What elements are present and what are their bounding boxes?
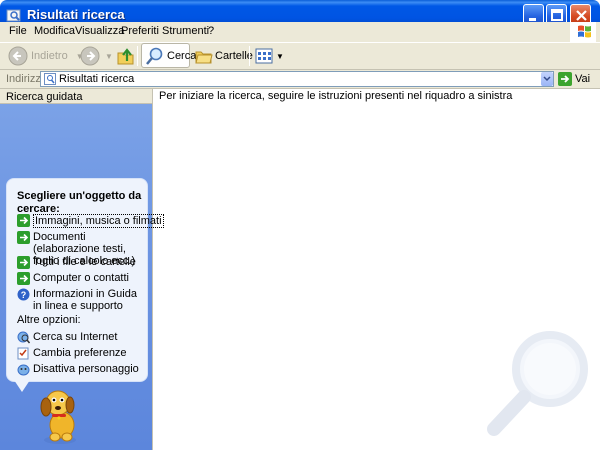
go-label[interactable]: Vai xyxy=(575,73,590,85)
address-value[interactable]: Risultati ricerca xyxy=(59,73,134,85)
back-label: Indietro xyxy=(31,50,68,62)
views-grid-icon xyxy=(255,48,273,64)
forward-button[interactable]: ▼ xyxy=(80,45,113,67)
option-pictures-music-video[interactable]: Immagini, musica o filmati xyxy=(17,214,164,228)
search-results-icon xyxy=(44,73,56,85)
folders-button[interactable]: Cartelle xyxy=(194,45,253,67)
option-search-internet[interactable]: Cerca su Internet xyxy=(17,331,141,344)
green-arrow-icon xyxy=(17,256,30,269)
menu-preferiti[interactable]: Preferiti xyxy=(121,25,159,37)
option-label: Disattiva personaggio xyxy=(33,363,139,375)
search-folder-icon xyxy=(6,9,21,22)
character-icon xyxy=(17,364,30,376)
green-arrow-icon xyxy=(17,272,30,285)
toolbar-separator xyxy=(249,46,250,66)
other-options-title: Altre opzioni: xyxy=(17,314,81,326)
magnifier-icon xyxy=(146,47,163,65)
menu-file[interactable]: File xyxy=(9,25,27,37)
views-button[interactable]: ▼ xyxy=(254,45,284,67)
window-title: Risultati ricerca xyxy=(27,7,125,22)
green-arrow-icon xyxy=(17,231,30,244)
option-label: Cerca su Internet xyxy=(33,331,118,343)
search-prompt-title: Scegliere un'oggetto da cercare: xyxy=(17,190,142,215)
views-dropdown-icon[interactable]: ▼ xyxy=(276,52,284,61)
option-label: Immagini, musica o filmati xyxy=(33,214,164,228)
option-all-files-folders[interactable]: Tutti i file e le cartelle xyxy=(17,256,141,269)
option-label: Cambia preferenze xyxy=(33,347,127,359)
go-arrow-icon xyxy=(561,75,570,83)
address-dropdown-button[interactable] xyxy=(541,72,553,86)
menu-strumenti[interactable]: Strumenti xyxy=(162,25,209,37)
search-label: Cerca xyxy=(167,50,197,62)
toolbar-separator xyxy=(137,46,138,66)
option-computers-people[interactable]: Computer o contatti xyxy=(17,272,141,285)
option-label: Informazioni in Guida in linea e support… xyxy=(33,288,137,312)
bubble-tail xyxy=(14,380,30,392)
search-dog-character[interactable] xyxy=(36,385,86,445)
search-button-content[interactable]: Cerca xyxy=(145,45,196,67)
menu-modifica[interactable]: Modifica xyxy=(34,25,75,37)
internet-search-icon xyxy=(17,331,30,344)
watermark-magnifier-icon xyxy=(487,331,588,436)
folders-label: Cartelle xyxy=(215,50,253,62)
windows-logo xyxy=(570,22,596,42)
go-button[interactable] xyxy=(558,72,572,86)
option-label: Tutti i file e le cartelle xyxy=(33,256,136,268)
option-label: Computer o contatti xyxy=(33,272,129,284)
option-change-preferences[interactable]: Cambia preferenze xyxy=(17,347,141,360)
back-arrow-icon xyxy=(8,46,28,66)
option-disable-character[interactable]: Disattiva personaggio xyxy=(17,363,141,376)
back-button[interactable]: Indietro ▼ xyxy=(8,45,84,67)
windows-flag-icon xyxy=(578,25,591,38)
menu-visualizza[interactable]: Visualizza xyxy=(75,25,124,37)
preferences-checklist-icon xyxy=(17,347,29,360)
folders-icon xyxy=(195,51,213,64)
up-folder-button[interactable] xyxy=(116,45,136,67)
help-icon: ? xyxy=(17,288,30,301)
search-pane-title: Ricerca guidata xyxy=(6,91,83,103)
up-folder-icon xyxy=(117,48,134,65)
green-arrow-icon xyxy=(17,214,30,227)
forward-dropdown-icon[interactable]: ▼ xyxy=(105,52,113,61)
menu-help[interactable]: ? xyxy=(208,25,214,37)
option-help-support[interactable]: ? Informazioni in Guida in linea e suppo… xyxy=(17,288,141,312)
chevron-down-icon xyxy=(543,76,551,82)
forward-arrow-icon xyxy=(80,46,100,66)
instructions-message: Per iniziare la ricerca, seguire le istr… xyxy=(159,90,513,102)
svg-text:?: ? xyxy=(21,290,27,300)
